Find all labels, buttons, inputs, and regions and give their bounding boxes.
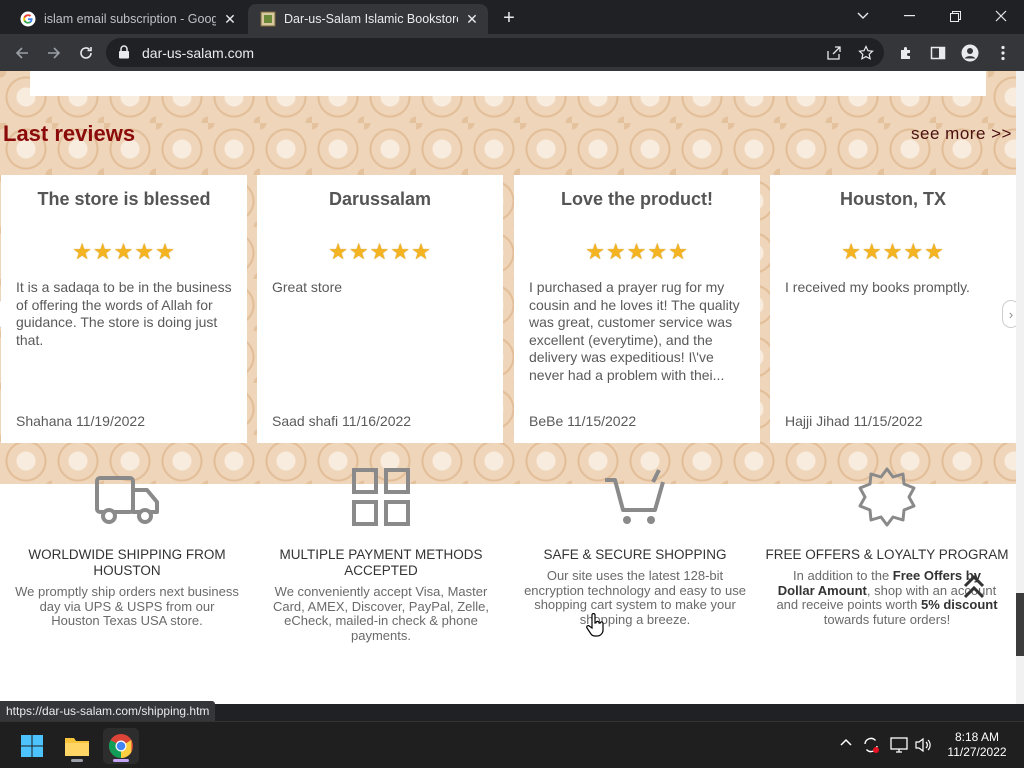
review-text: It is a sadaqa to be in the business of …: [16, 279, 232, 348]
review-author-date: Hajji Jihad 11/15/2022: [785, 413, 923, 429]
review-title: Love the product!: [561, 189, 713, 209]
feature-title: SAFE & SECURE SHOPPING: [543, 547, 727, 562]
bookmark-star-icon[interactable]: [858, 45, 874, 61]
tab-title: Dar-us-Salam Islamic Bookstore:: [284, 12, 458, 26]
feature-description: Our site uses the latest 128-bit encrypt…: [524, 568, 746, 627]
file-explorer-button[interactable]: [59, 728, 95, 764]
close-window-button[interactable]: [978, 0, 1024, 32]
close-tab-icon[interactable]: ✕: [222, 11, 238, 27]
restore-button[interactable]: [932, 0, 978, 32]
feature-secure: SAFE & SECURE SHOPPING Our site uses the…: [510, 466, 760, 627]
kebab-menu-icon[interactable]: [993, 43, 1013, 63]
star-rating-icon: ★★★★★: [585, 239, 689, 264]
extensions-icon[interactable]: [896, 43, 916, 63]
network-icon[interactable]: [890, 737, 908, 753]
lock-icon[interactable]: [118, 45, 130, 59]
volume-icon[interactable]: [914, 737, 932, 753]
double-chevron-up-icon: [963, 574, 985, 599]
review-text: I received my books promptly.: [785, 279, 970, 295]
star-rating-icon: ★★★★★: [72, 239, 176, 264]
truck-icon: [95, 476, 159, 524]
star-rating-icon: ★★★★★: [841, 239, 945, 264]
tab-dar-us-salam[interactable]: Dar-us-Salam Islamic Bookstore: ✕: [248, 4, 488, 34]
side-panel-icon[interactable]: [928, 43, 948, 63]
app-running-indicator: [71, 759, 83, 762]
sync-icon[interactable]: [862, 736, 880, 754]
address-bar[interactable]: dar-us-salam.com: [106, 38, 884, 67]
clock-date: 11/27/2022: [947, 745, 1007, 759]
chrome-button[interactable]: [103, 728, 139, 764]
google-icon: [20, 11, 36, 27]
hand-cursor-icon: [586, 613, 604, 637]
carousel-next-button[interactable]: ›: [1002, 300, 1016, 328]
profile-icon[interactable]: [960, 43, 980, 63]
scrollbar-thumb[interactable]: [1016, 593, 1024, 656]
feature-title: FREE OFFERS & LOYALTY PROGRAM: [765, 547, 1009, 562]
reviews-heading: Last reviews: [3, 121, 136, 146]
browser-toolbar: dar-us-salam.com: [0, 34, 1024, 71]
review-text: Great store: [272, 279, 343, 295]
badge-icon: [858, 467, 916, 527]
share-icon[interactable]: [826, 45, 842, 61]
clock-time: 8:18 AM: [954, 730, 1000, 744]
tray-overflow-chevron-icon[interactable]: [840, 738, 852, 746]
tab-strip: islam email subscription - Google ✕ Dar-…: [0, 0, 1024, 34]
review-title: Houston, TX: [840, 189, 946, 209]
review-title: Darussalam: [328, 189, 432, 209]
feature-description: We promptly ship orders next business da…: [15, 584, 239, 628]
review-card[interactable]: Darussalam ★★★★★ Great store Saad shafi …: [257, 175, 503, 443]
reload-button[interactable]: [73, 40, 99, 66]
feature-title: WORLDWIDE SHIPPING FROM HOUSTON: [28, 547, 226, 578]
review-card[interactable]: Love the product! ★★★★★ I purchased a pr…: [514, 175, 760, 443]
start-button[interactable]: [14, 728, 50, 764]
windows-logo-icon: [21, 735, 43, 757]
grid-icon: [352, 468, 410, 526]
url-text: dar-us-salam.com: [142, 45, 255, 61]
review-author-date: BeBe 11/15/2022: [529, 413, 637, 429]
star-rating-icon: ★★★★★: [328, 239, 432, 264]
forward-button[interactable]: [41, 40, 67, 66]
folder-icon: [65, 738, 89, 756]
feature-description: We conveniently accept Visa, Master Card…: [272, 584, 490, 643]
review-card[interactable]: The store is blessed ★★★★★ It is a sadaq…: [1, 175, 247, 443]
review-author-date: Saad shafi 11/16/2022: [272, 413, 412, 429]
cart-icon: [605, 469, 665, 524]
page-viewport: Last reviews see more >> ‹ The store is …: [0, 71, 1016, 704]
status-bar-url: https://dar-us-salam.com/shipping.htm: [0, 701, 216, 721]
scroll-to-top-button[interactable]: [962, 574, 986, 604]
feature-payment: MULTIPLE PAYMENT METHODS ACCEPTED We con…: [256, 466, 506, 643]
windows-taskbar: 8:18 AM 11/27/2022: [0, 721, 1024, 768]
feature-shipping: WORLDWIDE SHIPPING FROM HOUSTON We promp…: [2, 466, 252, 629]
new-tab-button[interactable]: +: [497, 7, 521, 29]
tab-title: islam email subscription - Google: [44, 12, 216, 26]
close-tab-icon[interactable]: ✕: [464, 11, 480, 27]
bookstore-favicon-icon: [260, 11, 276, 27]
review-text: I purchased a prayer rug for my cousin a…: [529, 279, 740, 383]
minimize-button[interactable]: [886, 0, 932, 32]
back-button[interactable]: [9, 40, 35, 66]
system-clock[interactable]: 8:18 AM 11/27/2022: [944, 730, 1010, 760]
review-card[interactable]: Houston, TX ★★★★★ I received my books pr…: [770, 175, 1016, 443]
tab-google-search[interactable]: islam email subscription - Google ✕: [8, 4, 246, 34]
content-box-bottom: [30, 71, 986, 96]
app-active-indicator: [113, 759, 129, 762]
feature-title: MULTIPLE PAYMENT METHODS ACCEPTED: [279, 547, 483, 578]
review-author-date: Shahana 11/19/2022: [16, 413, 145, 429]
see-more-link[interactable]: see more >>: [911, 124, 1012, 144]
review-title: The store is blessed: [37, 189, 211, 209]
tab-search-icon[interactable]: [840, 0, 886, 32]
chrome-icon: [108, 734, 133, 758]
